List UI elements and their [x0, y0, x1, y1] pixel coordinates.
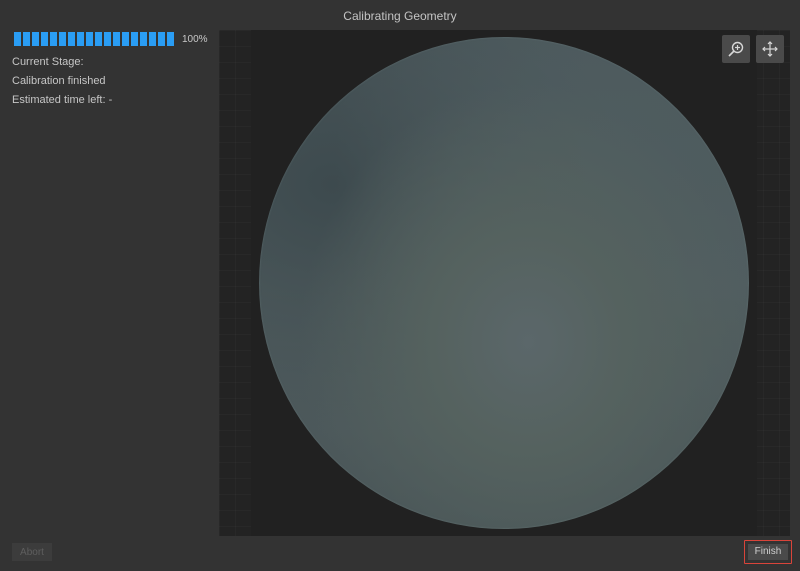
current-stage-label: Current Stage: [12, 56, 84, 68]
progress-segment [158, 32, 165, 46]
window-title: Calibrating Geometry [0, 0, 800, 30]
finish-button[interactable]: Finish [744, 540, 792, 564]
progress-segment [167, 32, 174, 46]
progress-segment [104, 32, 111, 46]
progress-segment [41, 32, 48, 46]
progress-segment [149, 32, 156, 46]
zoom-in-icon [728, 41, 744, 57]
zoom-button[interactable] [722, 35, 750, 63]
progress-segment [50, 32, 57, 46]
progress-segment [14, 32, 21, 46]
calibration-window: Calibrating Geometry 100% Current Stage:… [0, 0, 800, 571]
progress-segment [86, 32, 93, 46]
progress-segment [140, 32, 147, 46]
progress-percent: 100% [182, 33, 208, 45]
progress-row: 100% [14, 32, 208, 46]
progress-segment [32, 32, 39, 46]
progress-segment [68, 32, 75, 46]
estimated-time-left: Estimated time left: - [12, 94, 113, 106]
progress-segment [23, 32, 30, 46]
progress-segment [59, 32, 66, 46]
abort-button[interactable]: Abort [12, 543, 52, 561]
move-arrows-icon [762, 41, 778, 57]
progress-bar [14, 32, 174, 46]
progress-segment [131, 32, 138, 46]
geometry-viewport[interactable] [219, 30, 790, 536]
current-stage-value: Calibration finished [12, 75, 106, 87]
finish-button-label: Finish [748, 544, 788, 560]
progress-segment [113, 32, 120, 46]
progress-segment [122, 32, 129, 46]
progress-segment [77, 32, 84, 46]
progress-segment [95, 32, 102, 46]
calibration-sphere-preview [259, 37, 749, 529]
pan-button[interactable] [756, 35, 784, 63]
